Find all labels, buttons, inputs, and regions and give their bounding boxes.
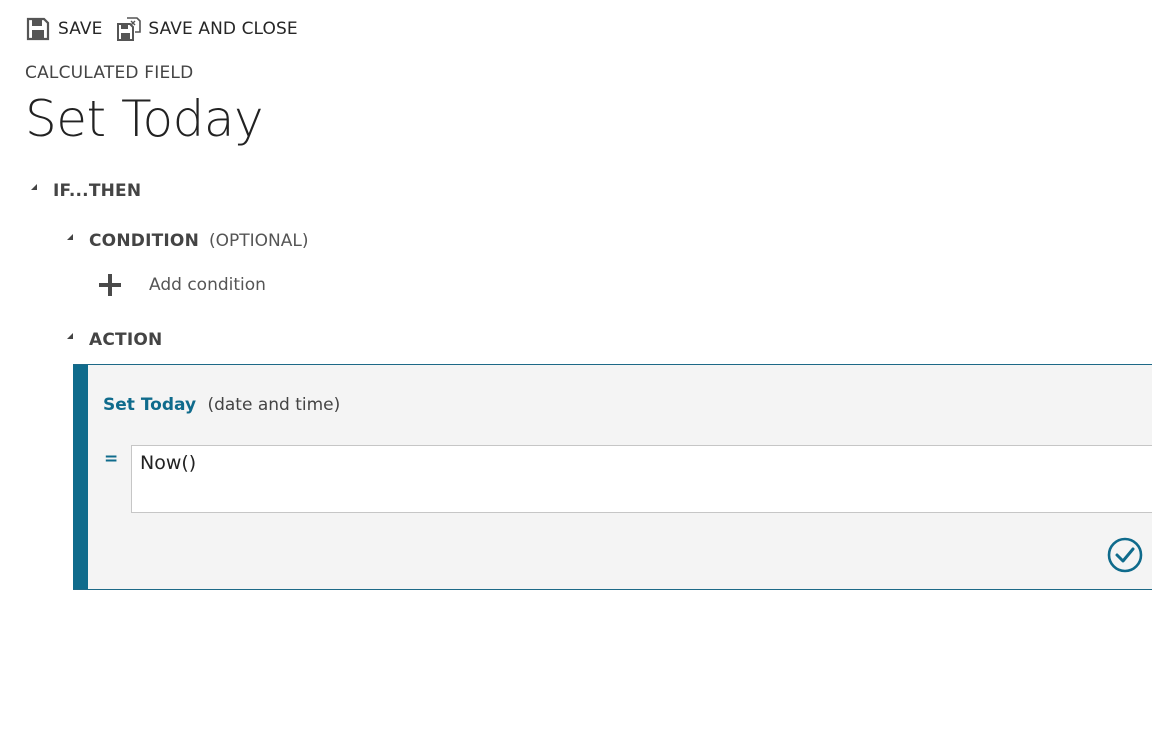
add-condition-label: Add condition [149,275,266,295]
add-condition-button[interactable]: Add condition [99,274,266,296]
save-icon [26,16,50,42]
calculated-field-editor: SAVE SAVE AND CLOSE CALCULATED FIELD Set… [0,0,1152,739]
command-bar: SAVE SAVE AND CLOSE [26,14,312,44]
page-title: Set Today [25,90,264,148]
condition-section-toggle[interactable]: CONDITION (OPTIONAL) [67,231,309,251]
collapse-triangle-icon [67,333,73,339]
save-and-close-icon [116,16,142,42]
save-and-close-button[interactable]: SAVE AND CLOSE [116,16,298,42]
action-accent-bar [73,365,88,589]
condition-label: CONDITION [89,231,199,251]
formula-input[interactable]: Now() [131,445,1152,513]
plus-icon [99,274,121,296]
checkmark-circle-icon[interactable] [1107,537,1143,573]
action-editor-panel[interactable]: Set Today (date and time) = Now() [73,364,1152,590]
collapse-triangle-icon [67,234,73,240]
action-field-type: (date and time) [207,395,341,415]
ifthen-section-toggle[interactable]: IF...THEN [31,181,141,201]
save-and-close-label: SAVE AND CLOSE [148,19,298,39]
equals-sign: = [104,449,119,469]
save-label: SAVE [58,19,103,39]
action-field-name: Set Today [103,395,197,415]
collapse-triangle-icon [31,184,37,190]
condition-optional-label: (OPTIONAL) [209,231,309,251]
entity-type-label: CALCULATED FIELD [25,63,194,83]
action-header: Set Today (date and time) [103,395,340,415]
action-section-toggle[interactable]: ACTION [67,330,162,350]
ifthen-label: IF...THEN [53,181,142,201]
action-label: ACTION [89,330,163,350]
save-button[interactable]: SAVE [26,16,102,42]
